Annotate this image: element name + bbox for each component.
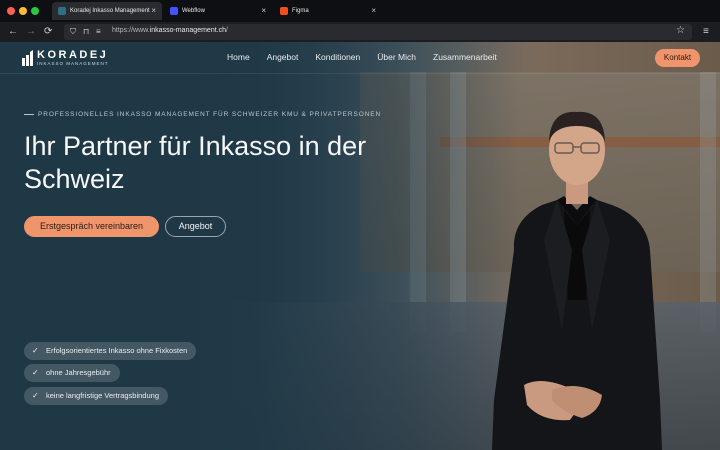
check-icon: ✓ <box>32 346 39 355</box>
hero-eyebrow: Professionelles Inkasso Management für S… <box>24 111 381 118</box>
close-window-button[interactable] <box>7 7 15 15</box>
bookmark-star-icon[interactable]: ☆ <box>676 24 685 38</box>
zoom-window-button[interactable] <box>31 7 39 15</box>
tab-koradej[interactable]: Koradej Inkasso Management × <box>52 2 162 20</box>
nav-item-ueber-mich[interactable]: Über Mich <box>377 52 416 62</box>
close-tab-icon[interactable]: × <box>261 6 266 15</box>
back-icon[interactable]: ← <box>8 25 18 39</box>
erstgespraech-button[interactable]: Erstgespräch vereinbaren <box>24 216 159 237</box>
eyebrow-divider <box>24 113 34 115</box>
hero-headline: Ihr Partner für Inkasso in der Schweiz <box>24 131 367 194</box>
logo-mark-icon <box>22 50 33 66</box>
figma-favicon-icon <box>280 7 288 15</box>
kontakt-button[interactable]: Kontakt <box>655 49 700 67</box>
feature-badge: ✓ Erfolgsorientiertes Inkasso ohne Fixko… <box>24 342 197 360</box>
tab-label: Webflow <box>182 8 205 14</box>
url-bar[interactable]: ⛉ ⊓ ≡ https://www.inkasso-management.ch/… <box>64 24 692 40</box>
nav-item-konditionen[interactable]: Konditionen <box>315 52 360 62</box>
site-navigation: KORADEJ INKASSO MANAGEMENT Home Angebot … <box>0 42 720 74</box>
webpage: KORADEJ INKASSO MANAGEMENT Home Angebot … <box>0 42 720 450</box>
tab-figma[interactable]: Figma × <box>274 2 382 20</box>
nav-item-zusammenarbeit[interactable]: Zusammenarbeit <box>433 52 497 62</box>
browser-toolbar: ← → ⟳ ⛉ ⊓ ≡ https://www.inkasso-manageme… <box>0 22 720 42</box>
menu-icon[interactable]: ≡ <box>703 25 709 39</box>
nav-item-angebot[interactable]: Angebot <box>267 52 299 62</box>
koradej-favicon-icon <box>58 7 66 15</box>
tab-label: Koradej Inkasso Management <box>70 8 150 14</box>
lock-icon[interactable]: ⊓ <box>83 25 89 39</box>
tab-webflow[interactable]: Webflow × <box>164 2 272 20</box>
feature-badge: ✓ keine langfristige Vertragsbindung <box>24 387 168 405</box>
forward-icon[interactable]: → <box>26 25 36 39</box>
nav-item-home[interactable]: Home <box>227 52 250 62</box>
browser-tab-bar: Koradej Inkasso Management × Webflow × F… <box>0 0 720 22</box>
check-icon: ✓ <box>32 368 39 377</box>
reload-icon[interactable]: ⟳ <box>44 25 52 39</box>
shield-icon[interactable]: ⛉ <box>70 25 76 39</box>
close-tab-icon[interactable]: × <box>151 6 156 15</box>
logo-name: KORADEJ <box>37 49 109 61</box>
settings-sliders-icon[interactable]: ≡ <box>96 25 101 39</box>
tab-label: Figma <box>292 8 309 14</box>
hero-portrait-image <box>492 111 662 450</box>
koradej-logo[interactable]: KORADEJ INKASSO MANAGEMENT <box>21 49 111 69</box>
close-tab-icon[interactable]: × <box>371 6 376 15</box>
angebot-button[interactable]: Angebot <box>165 216 226 237</box>
feature-badge: ✓ ohne Jahresgebühr <box>24 364 120 382</box>
main-menu: Home Angebot Konditionen Über Mich Zusam… <box>227 52 514 62</box>
url-text[interactable]: https://www.inkasso-management.ch/ <box>112 27 228 34</box>
check-icon: ✓ <box>32 391 39 400</box>
minimize-window-button[interactable] <box>19 7 27 15</box>
logo-subtitle: INKASSO MANAGEMENT <box>37 61 109 66</box>
webflow-favicon-icon <box>170 7 178 15</box>
